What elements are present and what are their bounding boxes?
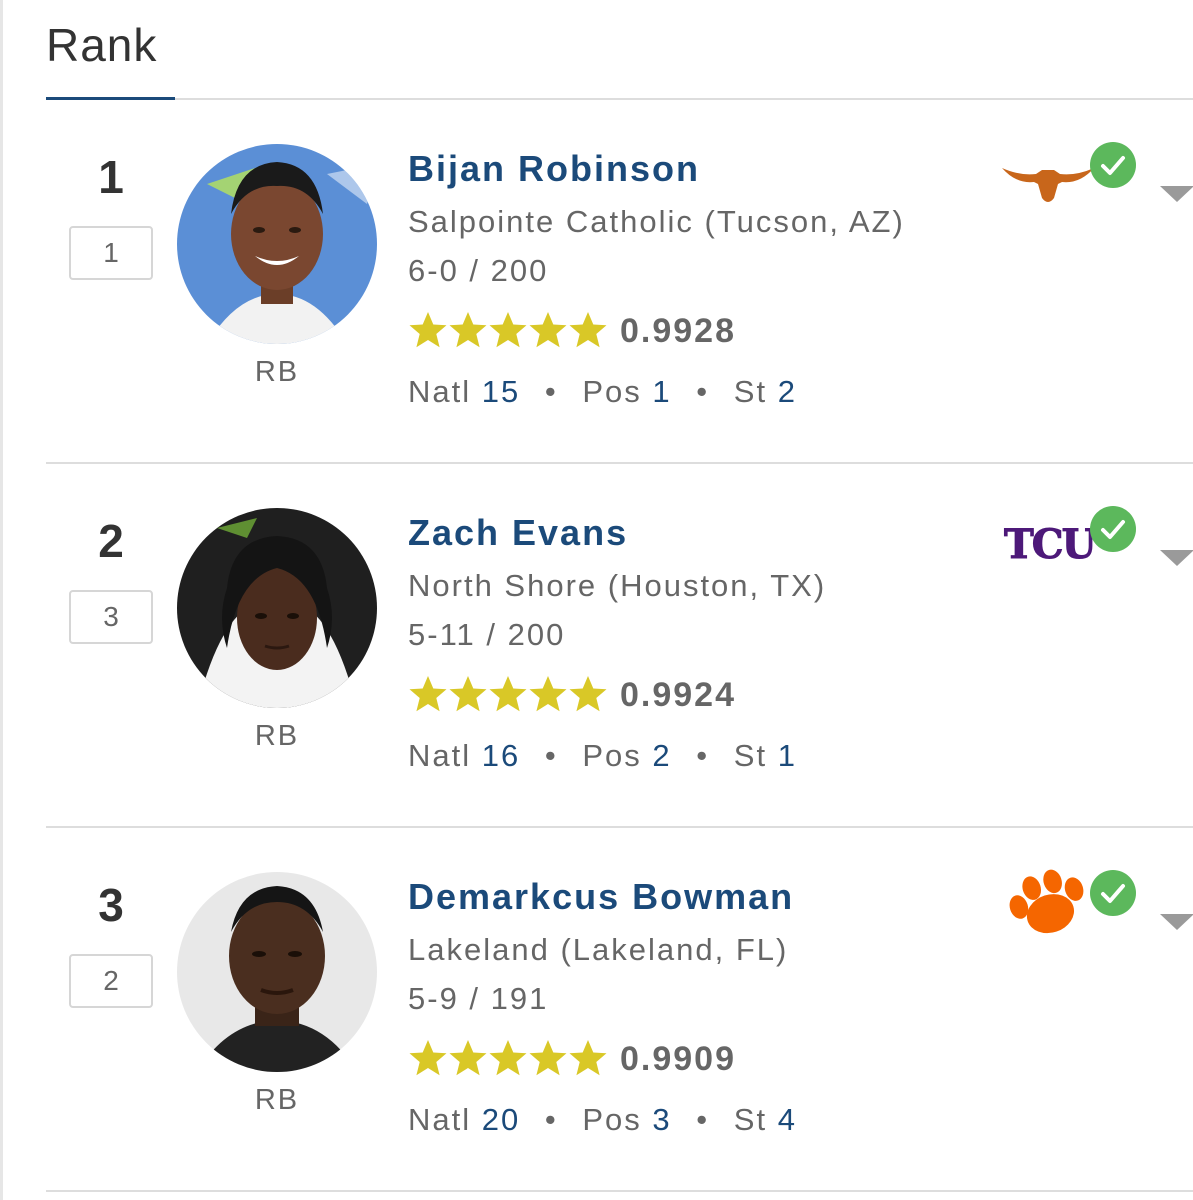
star-rating	[408, 674, 608, 714]
star-icon	[489, 1040, 527, 1076]
player-row[interactable]: 2 3 RB Zach Evans North Shore (Houston, …	[0, 464, 1193, 828]
star-icon	[449, 312, 487, 348]
st-label: St	[733, 1102, 768, 1137]
natl-rank-link[interactable]: 15	[482, 374, 520, 409]
separator-dot: •	[544, 374, 558, 409]
st-label: St	[733, 374, 768, 409]
school-location: Lakeland (Lakeland, FL)	[408, 932, 789, 967]
star-icon	[569, 1040, 607, 1076]
committed-check-icon	[1090, 870, 1136, 916]
height-weight: 5-9 / 191	[408, 981, 549, 1016]
star-icon	[569, 312, 607, 348]
st-rank-link[interactable]: 1	[778, 738, 797, 773]
natl-rank-link[interactable]: 20	[482, 1102, 520, 1137]
tcu-logo-text: TCU	[1004, 521, 1096, 568]
previous-rank-badge: 3	[69, 590, 153, 644]
star-icon	[449, 1040, 487, 1076]
star-icon	[529, 1040, 567, 1076]
star-rating	[408, 1038, 608, 1078]
pos-label: Pos	[582, 1102, 642, 1137]
tcu-logo[interactable]: TCU	[1000, 504, 1099, 574]
natl-rank-link[interactable]: 16	[482, 738, 520, 773]
composite-rating: 0.9909	[620, 1040, 736, 1078]
row-divider	[46, 1190, 1193, 1192]
player-row[interactable]: 1 1 RB Bijan Robinson Salpointe Catholic…	[0, 100, 1193, 464]
composite-rating: 0.9924	[620, 676, 736, 714]
st-label: St	[733, 738, 768, 773]
pos-label: Pos	[582, 374, 642, 409]
natl-label: Natl	[408, 1102, 472, 1137]
player-photo[interactable]	[177, 508, 377, 708]
chevron-down-icon[interactable]	[1160, 186, 1193, 202]
star-icon	[569, 676, 607, 712]
position-label: RB	[254, 356, 300, 388]
separator-dot: •	[696, 738, 710, 773]
star-icon	[409, 312, 447, 348]
player-name-link[interactable]: Demarkcus Bowman	[408, 876, 794, 918]
pos-rank-link[interactable]: 2	[652, 738, 671, 773]
clemson-paw-logo[interactable]	[1000, 868, 1096, 938]
star-icon	[489, 312, 527, 348]
pos-label: Pos	[582, 738, 642, 773]
committed-check-icon	[1090, 506, 1136, 552]
height-weight: 5-11 / 200	[408, 617, 566, 652]
star-icon	[449, 676, 487, 712]
separator-dot: •	[696, 374, 710, 409]
st-rank-link[interactable]: 4	[778, 1102, 797, 1137]
texas-longhorn-logo[interactable]	[1000, 140, 1096, 210]
pos-rank-link[interactable]: 1	[652, 374, 671, 409]
player-name-link[interactable]: Bijan Robinson	[408, 148, 700, 190]
player-photo[interactable]	[177, 144, 377, 344]
separator-dot: •	[696, 1102, 710, 1137]
school-location: North Shore (Houston, TX)	[408, 568, 827, 603]
rankings-header: Rank	[46, 0, 1193, 100]
separator-dot: •	[544, 738, 558, 773]
natl-label: Natl	[408, 738, 472, 773]
chevron-down-icon[interactable]	[1160, 914, 1193, 930]
player-photo[interactable]	[177, 872, 377, 1072]
star-icon	[409, 1040, 447, 1076]
player-row[interactable]: 3 2 RB Demarkcus Bowman Lakeland (Lakela…	[0, 828, 1193, 1192]
star-icon	[529, 312, 567, 348]
rank-number: 1	[98, 151, 124, 203]
previous-rank-badge: 1	[69, 226, 153, 280]
star-rating	[408, 310, 608, 350]
school-location: Salpointe Catholic (Tucson, AZ)	[408, 204, 905, 239]
committed-check-icon	[1090, 142, 1136, 188]
st-rank-link[interactable]: 2	[778, 374, 797, 409]
star-icon	[529, 676, 567, 712]
star-icon	[409, 676, 447, 712]
previous-rank-badge: 2	[69, 954, 153, 1008]
ranking-summary: Natl 16 • Pos 2 • St 1	[408, 738, 797, 774]
pos-rank-link[interactable]: 3	[652, 1102, 671, 1137]
rank-number: 3	[98, 879, 124, 931]
player-name-link[interactable]: Zach Evans	[408, 512, 628, 554]
tab-rank[interactable]: Rank	[46, 18, 157, 72]
position-label: RB	[254, 1084, 300, 1116]
position-label: RB	[254, 720, 300, 752]
height-weight: 6-0 / 200	[408, 253, 549, 288]
ranking-summary: Natl 15 • Pos 1 • St 2	[408, 374, 797, 410]
composite-rating: 0.9928	[620, 312, 736, 350]
star-icon	[489, 676, 527, 712]
ranking-summary: Natl 20 • Pos 3 • St 4	[408, 1102, 797, 1138]
natl-label: Natl	[408, 374, 472, 409]
separator-dot: •	[544, 1102, 558, 1137]
chevron-down-icon[interactable]	[1160, 550, 1193, 566]
rank-number: 2	[98, 515, 124, 567]
